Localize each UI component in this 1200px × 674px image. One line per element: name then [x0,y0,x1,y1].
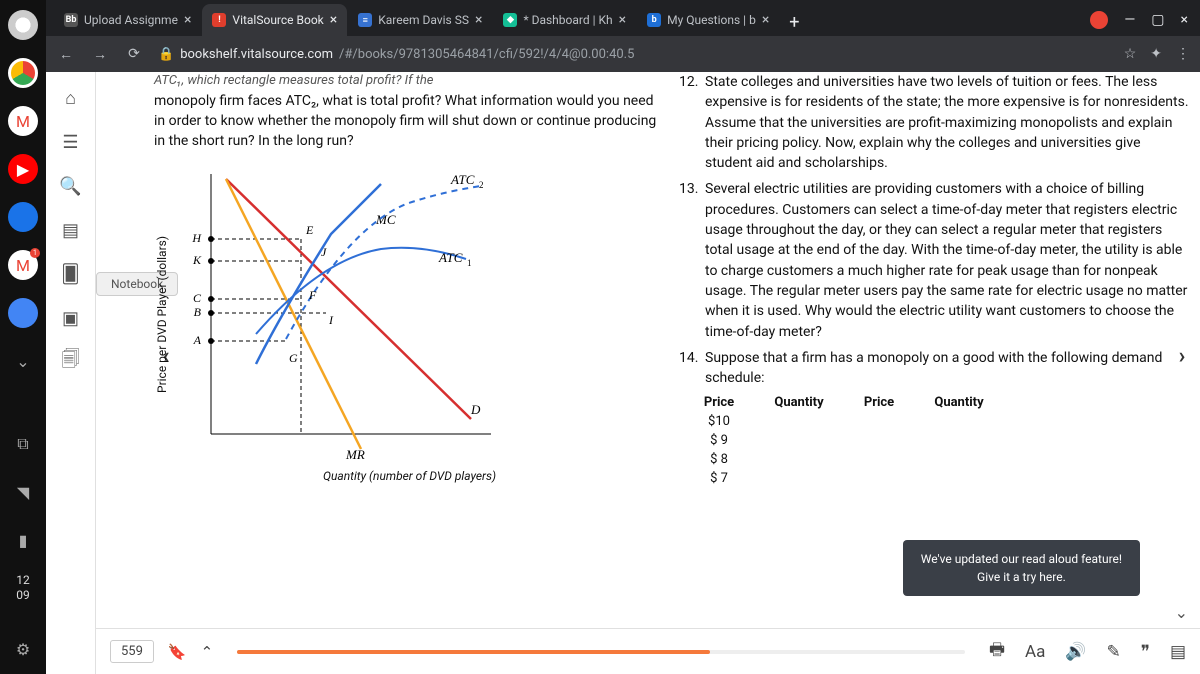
minimize-icon[interactable]: — [1124,12,1135,28]
favicon-khan: ◆ [503,13,517,27]
copy-icon[interactable]: ⧉ [8,429,38,459]
fragment-text: ATC₁, which rectangle measures total pro… [154,72,665,91]
close-icon[interactable]: × [330,12,337,28]
speaker-icon[interactable]: 🔊 [1065,642,1086,662]
favicon-b: b [647,13,661,27]
readaloud-icon[interactable]: 🗐 [59,350,83,374]
page-left-column: ATC₁, which rectangle measures total pro… [154,72,665,624]
svg-text:MC: MC [375,212,396,227]
svg-text:F: F [308,288,317,302]
wifi-icon[interactable]: ◥ [8,477,38,507]
youtube-icon[interactable]: ▶ [8,154,38,184]
text-size-icon[interactable]: Aa [1025,642,1045,662]
close-window-icon[interactable]: × [1181,12,1188,28]
chevron-down-icon[interactable]: ⌄ [8,346,38,376]
reload-button[interactable]: ⟳ [124,46,144,62]
forward-button[interactable]: → [90,46,110,63]
svg-text:C: C [193,291,202,305]
chart-svg: H K C B A [171,164,511,464]
readaloud-toast[interactable]: We've updated our read aloud feature! Gi… [903,540,1140,596]
chrome-icon[interactable] [8,58,38,88]
svg-text:D: D [470,402,481,417]
browser-window: BbUpload Assignme× !VitalSource Book× ≡K… [46,0,1200,674]
svg-text:MR: MR [345,447,365,462]
content-area: ⌂ ☰ 🔍 ▤ 🂠 ▣ 🗐 Notebook ‹ › ATC₁, which r… [46,72,1200,674]
notebook-icon[interactable]: ▤ [59,218,83,242]
extensions-icon[interactable]: ✦ [1150,46,1162,62]
notes-icon[interactable] [8,298,38,328]
tab-strip: BbUpload Assignme× !VitalSource Book× ≡K… [46,0,1200,36]
svg-text:H: H [192,231,203,245]
svg-text:E: E [305,223,314,237]
print-icon[interactable]: 🖶 [989,637,1005,666]
account-icon[interactable] [1090,11,1108,29]
collapse-toolbar-icon[interactable]: ⌄ [1175,603,1188,622]
svg-text:ATC: ATC [450,172,475,187]
svg-text:ATC: ATC [438,250,463,265]
question-text: monopoly firm faces ATC₂, what is total … [154,91,665,152]
flashcards-icon[interactable]: 🂠 [59,262,83,286]
x-axis-label: Quantity (number of DVD players) [154,468,665,485]
close-icon[interactable]: × [475,12,482,28]
svg-text:B: B [194,305,202,319]
home-icon[interactable]: ⌂ [59,86,83,110]
settings-gear-icon[interactable]: ⚙ [8,634,38,664]
battery-icon[interactable]: ▮ [8,525,38,555]
star-icon[interactable]: ☆ [1124,46,1137,62]
search-icon[interactable]: 🔍 [59,174,83,198]
more-tools-icon[interactable]: ▤ [1170,642,1186,662]
gmail2-icon[interactable]: M1 [8,250,38,280]
toc-icon[interactable]: ☰ [59,130,83,154]
close-icon[interactable]: × [619,12,626,28]
favicon-bb: Bb [64,13,78,27]
citation-icon[interactable]: ❞ [1141,642,1150,662]
page-number-input[interactable]: 559 [110,640,154,663]
figures-icon[interactable]: ▣ [59,306,83,330]
svg-text:K: K [192,253,202,267]
favicon-vs: ! [212,13,226,27]
expand-up-icon[interactable]: ⌃ [201,643,214,661]
book-page: ‹ › ATC₁, which rectangle measures total… [96,72,1200,674]
svg-text:2: 2 [479,180,484,190]
clock: 1209 [16,573,30,602]
svg-text:1: 1 [467,258,472,268]
svg-text:A: A [193,333,202,347]
back-button[interactable]: ← [56,46,76,63]
highlighter-icon[interactable]: ✎ [1107,642,1121,662]
svg-text:J: J [321,245,327,259]
close-icon[interactable]: × [762,12,769,28]
url-field[interactable]: 🔒 bookshelf.vitalsource.com/#/books/9781… [158,47,1110,62]
reader-toolbar: 559 🔖 ⌃ 🖶 Aa 🔊 ✎ ❞ ▤ [96,628,1200,674]
demand-table: PriceQuantityPriceQuantity $10 $ 9 $ 8 $… [679,394,1190,488]
files-icon[interactable] [8,202,38,232]
os-launcher-icon[interactable] [8,10,38,40]
tab-vitalsource[interactable]: !VitalSource Book× [202,4,347,36]
new-tab-button[interactable]: + [780,8,808,36]
bookmark-icon[interactable]: 🔖 [168,643,187,661]
reader-sidebar: ⌂ ☰ 🔍 ▤ 🂠 ▣ 🗐 [46,72,96,674]
progress-scrubber[interactable] [237,650,965,654]
gmail-icon[interactable]: M [8,106,38,136]
address-bar: ← → ⟳ 🔒 bookshelf.vitalsource.com/#/book… [46,36,1200,72]
os-dock: M ▶ M1 ⌄ ⧉ ◥ ▮ 1209 ⚙ [0,0,46,674]
svg-text:I: I [328,313,334,327]
tab-upload[interactable]: BbUpload Assignme× [54,4,201,36]
tab-dashboard[interactable]: ◆* Dashboard | Kh× [493,4,636,36]
lock-icon: 🔒 [158,47,174,62]
svg-text:G: G [289,351,298,365]
menu-icon[interactable]: ⋮ [1176,46,1190,62]
favicon-doc: ≡ [358,13,372,27]
tab-kareem[interactable]: ≡Kareem Davis SS× [348,4,492,36]
y-axis-label: Price per DVD Player (dollars) [154,164,171,464]
tab-questions[interactable]: bMy Questions | b× [637,4,779,36]
restore-icon[interactable]: ▢ [1151,12,1164,28]
close-icon[interactable]: × [184,12,191,28]
chart-figure: Price per DVD Player (dollars) H K C B [154,164,665,485]
